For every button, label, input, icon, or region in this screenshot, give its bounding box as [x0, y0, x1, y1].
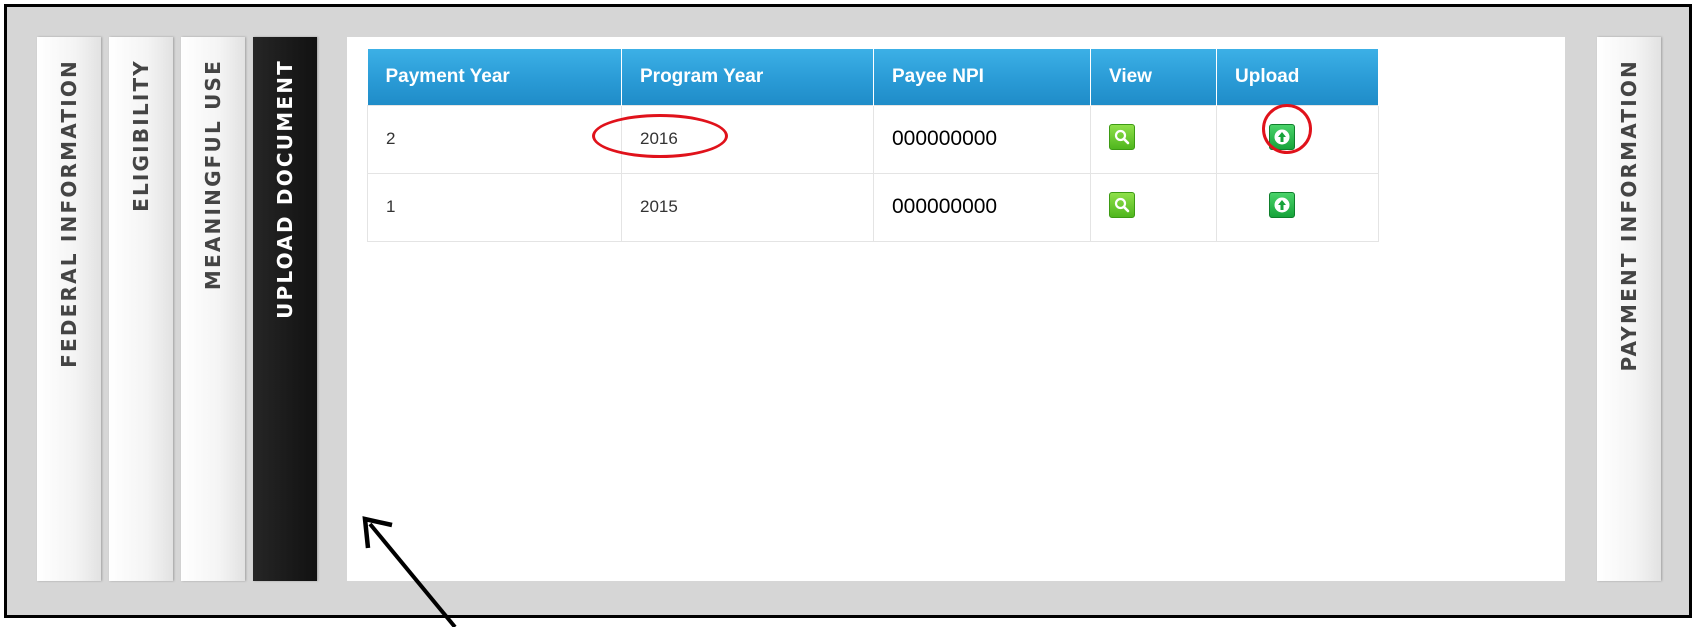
tab-payment-information[interactable]: PAYMENT INFORMATION [1597, 37, 1661, 581]
tab-meaningful-use-label: MEANINGFUL USE [201, 59, 225, 291]
payment-year-cell: 1 [367, 172, 622, 242]
upload-cell [1216, 104, 1379, 174]
upload-cell [1216, 172, 1379, 242]
payee-npi-cell: 000000000 [873, 172, 1091, 242]
table-row: 1 2015 000000000 [367, 172, 1379, 242]
header-upload: Upload [1216, 49, 1379, 105]
tab-meaningful-use[interactable]: MEANINGFUL USE [181, 37, 245, 581]
view-cell [1090, 172, 1217, 242]
payment-year-cell: 2 [367, 104, 622, 174]
payment-table: Payment Year Program Year Payee NPI View… [367, 49, 1379, 242]
table-row: 2 2016 000000000 [367, 104, 1379, 174]
table-header-row: Payment Year Program Year Payee NPI View… [367, 49, 1379, 105]
tab-upload-document-label: UPLOAD DOCUMENT [273, 59, 297, 319]
upload-arrow-icon[interactable] [1269, 191, 1295, 218]
tab-eligibility-label: ELIGIBILITY [129, 59, 153, 212]
tab-payment-information-label: PAYMENT INFORMATION [1617, 59, 1641, 372]
upload-document-panel: Payment Year Program Year Payee NPI View… [347, 37, 1565, 581]
header-payee-npi: Payee NPI [873, 49, 1091, 105]
upload-arrow-icon[interactable] [1269, 123, 1295, 150]
header-payment-year: Payment Year [367, 49, 622, 105]
header-view: View [1090, 49, 1217, 105]
magnifier-icon[interactable] [1109, 191, 1135, 218]
magnifier-icon[interactable] [1109, 123, 1135, 150]
screenshot-frame: FEDERAL INFORMATION ELIGIBILITY MEANINGF… [4, 4, 1692, 618]
header-program-year: Program Year [621, 49, 874, 105]
payee-npi-cell: 000000000 [873, 104, 1091, 174]
tab-federal-information[interactable]: FEDERAL INFORMATION [37, 37, 101, 581]
tab-upload-document[interactable]: UPLOAD DOCUMENT [253, 37, 317, 581]
program-year-cell: 2015 [621, 172, 874, 242]
program-year-cell: 2016 [621, 104, 874, 174]
tab-federal-information-label: FEDERAL INFORMATION [57, 59, 81, 368]
view-cell [1090, 104, 1217, 174]
tab-eligibility[interactable]: ELIGIBILITY [109, 37, 173, 581]
